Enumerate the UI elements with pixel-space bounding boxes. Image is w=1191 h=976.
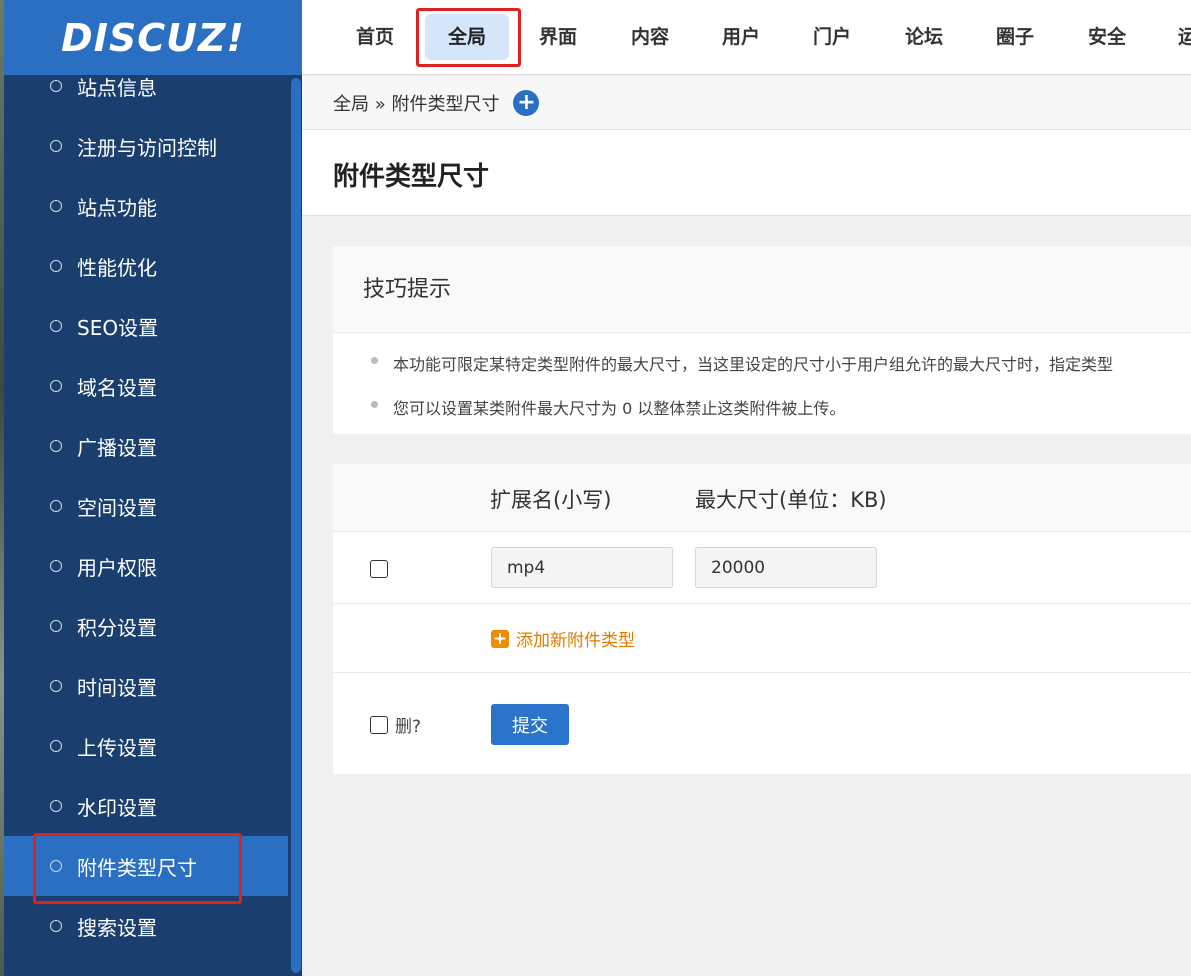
divider xyxy=(333,672,1191,673)
page-title: 附件类型尺寸 xyxy=(333,162,490,192)
circle-icon xyxy=(50,740,62,752)
circle-icon xyxy=(50,440,62,452)
add-shortcut-icon[interactable]: + xyxy=(513,89,540,116)
tab-interface[interactable]: 界面 xyxy=(516,14,600,60)
tips-title: 技巧提示 xyxy=(333,246,1191,333)
circle-icon xyxy=(50,560,62,572)
table-header: 扩展名(小写) 最大尺寸(单位：KB) xyxy=(333,464,1191,532)
tab-operations[interactable]: 运 xyxy=(1156,14,1191,60)
tab-global[interactable]: 全局 xyxy=(425,14,509,60)
delete-all-checkbox[interactable] xyxy=(370,716,388,734)
sidebar-item-domain[interactable]: 域名设置 xyxy=(4,356,288,416)
sidebar: DISCUZ! 站点信息 注册与访问控制 站点功能 性能优化 SEO设置 域名设… xyxy=(4,0,302,976)
circle-icon xyxy=(50,620,62,632)
circle-icon xyxy=(50,380,62,392)
breadcrumb: 全局 » 附件类型尺寸 + xyxy=(302,76,1191,130)
attachment-size-table: 扩展名(小写) 最大尺寸(单位：KB) + 添加新附件类型 删? 提交 xyxy=(333,464,1191,774)
circle-icon xyxy=(50,860,62,872)
sidebar-item-register-access[interactable]: 注册与访问控制 xyxy=(4,116,288,176)
sidebar-item-attachment-size[interactable]: 附件类型尺寸 xyxy=(4,836,288,896)
tab-groups[interactable]: 圈子 xyxy=(973,14,1057,60)
tip-line: 您可以设置某类附件最大尺寸为 0 以整体禁止这类附件被上传。 xyxy=(393,399,846,418)
sidebar-item-site-features[interactable]: 站点功能 xyxy=(4,176,288,236)
circle-icon xyxy=(50,320,62,332)
circle-icon xyxy=(50,500,62,512)
add-attachment-type-link[interactable]: + 添加新附件类型 xyxy=(491,626,635,651)
sidebar-item-time[interactable]: 时间设置 xyxy=(4,656,288,716)
top-nav: 首页 全局 界面 内容 用户 门户 论坛 圈子 安全 运 xyxy=(302,0,1191,75)
column-header-max-size: 最大尺寸(单位：KB) xyxy=(695,488,887,512)
circle-icon xyxy=(50,680,62,692)
bullet-icon xyxy=(371,357,378,364)
sidebar-item-watermark[interactable]: 水印设置 xyxy=(4,776,288,836)
tip-line: 本功能可限定某特定类型附件的最大尺寸，当这里设定的尺寸小于用户组允许的最大尺寸时… xyxy=(393,355,1114,374)
sidebar-item-space[interactable]: 空间设置 xyxy=(4,476,288,536)
delete-label: 删? xyxy=(395,717,422,737)
circle-icon xyxy=(50,920,62,932)
tab-portal[interactable]: 门户 xyxy=(790,14,874,60)
tab-forum[interactable]: 论坛 xyxy=(882,14,966,60)
logo[interactable]: DISCUZ! xyxy=(61,16,245,60)
row-select-checkbox[interactable] xyxy=(370,560,388,578)
plus-square-icon: + xyxy=(491,628,509,649)
tab-home[interactable]: 首页 xyxy=(333,14,417,60)
tab-content[interactable]: 内容 xyxy=(608,14,692,60)
circle-icon xyxy=(50,80,62,92)
submit-button[interactable]: 提交 xyxy=(491,704,569,745)
breadcrumb-text: 全局 » 附件类型尺寸 xyxy=(333,93,500,115)
sidebar-item-user-permissions[interactable]: 用户权限 xyxy=(4,536,288,596)
add-attachment-type-label: 添加新附件类型 xyxy=(516,631,635,651)
circle-icon xyxy=(50,800,62,812)
sidebar-scrollbar-thumb[interactable] xyxy=(291,78,301,973)
sidebar-item-broadcast[interactable]: 广播设置 xyxy=(4,416,288,476)
sidebar-item-credits[interactable]: 积分设置 xyxy=(4,596,288,656)
sidebar-item-search[interactable]: 搜索设置 xyxy=(4,896,288,956)
tab-security[interactable]: 安全 xyxy=(1065,14,1149,60)
circle-icon xyxy=(50,260,62,272)
bullet-icon xyxy=(371,401,378,408)
sidebar-menu: 站点信息 注册与访问控制 站点功能 性能优化 SEO设置 域名设置 广播设置 空… xyxy=(4,56,288,956)
tab-users[interactable]: 用户 xyxy=(699,14,783,60)
max-size-input[interactable] xyxy=(695,547,877,588)
divider xyxy=(333,603,1191,604)
title-bar: 附件类型尺寸 xyxy=(302,130,1191,216)
sidebar-item-site-info[interactable]: 站点信息 xyxy=(4,56,288,116)
extension-input[interactable] xyxy=(491,547,673,588)
column-header-extension: 扩展名(小写) xyxy=(490,488,612,512)
tips-panel: 技巧提示 本功能可限定某特定类型附件的最大尺寸，当这里设定的尺寸小于用户组允许的… xyxy=(333,246,1191,434)
circle-icon xyxy=(50,140,62,152)
sidebar-item-upload[interactable]: 上传设置 xyxy=(4,716,288,776)
sidebar-item-seo[interactable]: SEO设置 xyxy=(4,296,288,356)
sidebar-item-performance[interactable]: 性能优化 xyxy=(4,236,288,296)
circle-icon xyxy=(50,200,62,212)
